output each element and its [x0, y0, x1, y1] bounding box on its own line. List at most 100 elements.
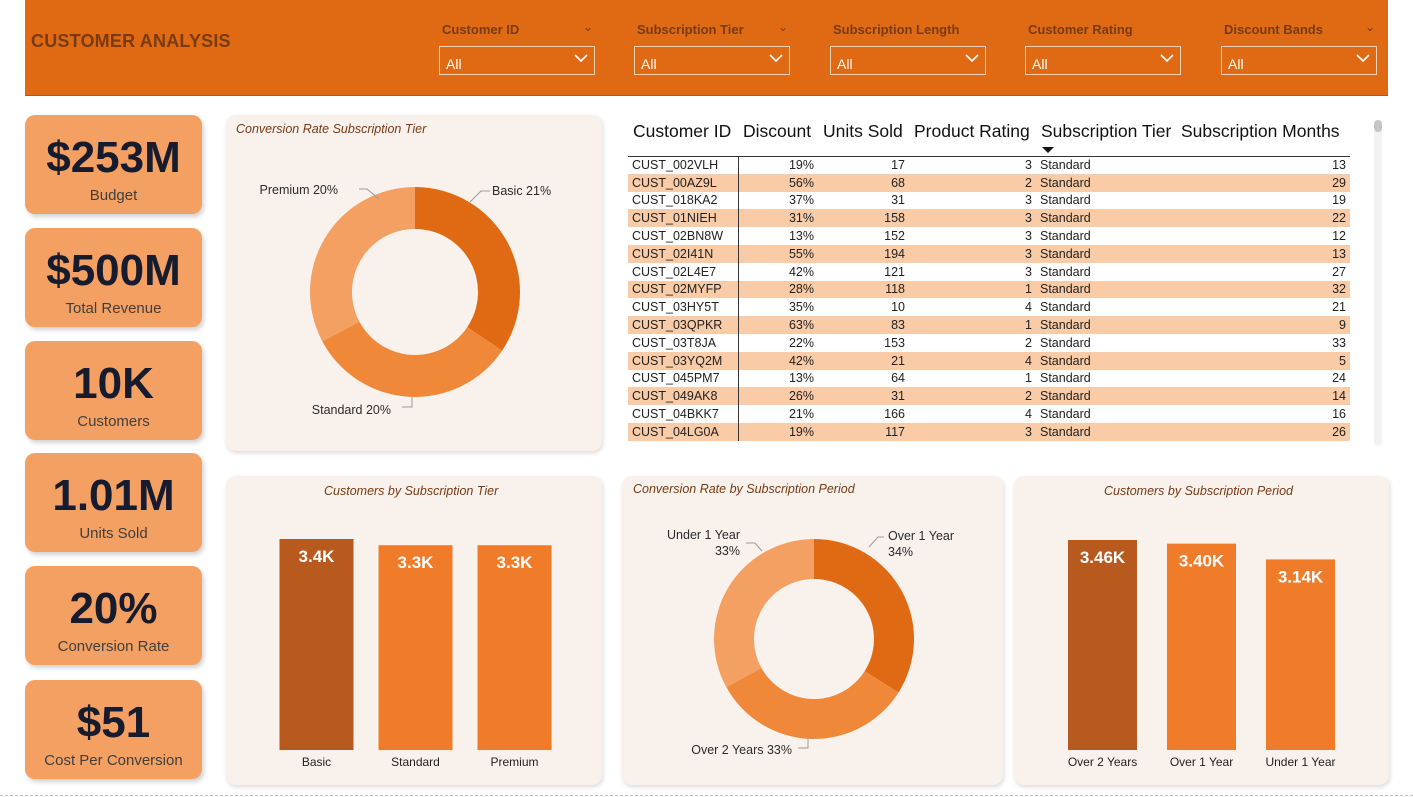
table-cell: 24 [1332, 371, 1346, 386]
table-row[interactable]: CUST_01NIEH 31% 158 3 Standard 22 [628, 209, 1350, 228]
filter-value: All [641, 56, 657, 72]
table-cell: CUST_02MYFP [628, 280, 739, 299]
customer-table: Customer ID Discount Units Sold Product … [628, 117, 1350, 447]
table-cell: 3 [909, 209, 1036, 228]
chevron-down-icon[interactable]: ⌄ [778, 20, 788, 34]
table-row[interactable]: CUST_04LG0A 19% 117 3 Standard 26 [628, 422, 1350, 441]
bar-over-2-years[interactable] [1068, 540, 1137, 750]
bar-data-label: 3.46K [1080, 548, 1126, 567]
table-cell: 13 [1176, 244, 1350, 263]
category-tick-label: Standard [391, 755, 440, 769]
table-cell: 56% [738, 173, 818, 192]
donut-slice-over-1-year[interactable] [814, 539, 914, 693]
column-header-subscription-tier[interactable]: Subscription Tier [1036, 117, 1176, 157]
donut-slice-standard[interactable] [322, 321, 503, 398]
table-row[interactable]: CUST_02I41N 55% 194 3 Standard 13 [628, 244, 1350, 263]
bar-premium[interactable] [477, 545, 552, 750]
table-row[interactable]: CUST_03HY5T 35% 10 4 Standard 21 [628, 298, 1350, 317]
data-label: Under 1 Year [667, 528, 740, 542]
filter-discount-bands: Discount Bands ⌄ All [1221, 0, 1377, 96]
filter-label: Discount Bands [1224, 22, 1323, 37]
table-scrollbar[interactable] [1374, 120, 1382, 446]
table-row[interactable]: CUST_02L4E7 42% 121 3 Standard 27 [628, 262, 1350, 281]
table-cell: Standard [1036, 173, 1176, 192]
table-cell: Standard [1040, 158, 1091, 173]
chevron-down-icon [769, 54, 783, 63]
category-tick-label: Under 1 Year [1265, 755, 1335, 769]
donut-chart-period[interactable]: Over 1 Year 34% Over 2 Years 33% Under 1 Ye… [622, 476, 1003, 785]
donut-slice-over-2-years[interactable] [726, 667, 899, 739]
table-cell: 2 [909, 387, 1036, 406]
donut-chart-tier[interactable]: Basic 21% Standard 20% Premium 20% [226, 115, 602, 451]
table-cell: 32 [1176, 280, 1350, 299]
kpi-label: Cost Per Conversion [44, 752, 183, 769]
bar-chart-tier[interactable]: 3.4K Basic 3.3K Standard 3.3K Premium [226, 476, 602, 785]
table-row[interactable]: CUST_045PM7 13% 64 1 Standard 24 [628, 369, 1350, 388]
table-cell: Standard [1040, 335, 1091, 350]
chevron-down-icon [574, 54, 588, 63]
donut-slice-under-1-year[interactable] [714, 539, 814, 688]
column-header-units-sold[interactable]: Units Sold [818, 117, 909, 157]
discount-bands-dropdown[interactable]: All [1221, 46, 1377, 75]
table-row[interactable]: CUST_018KA2 37% 31 3 Standard 19 [628, 191, 1350, 210]
column-header-subscription-months[interactable]: Subscription Months [1176, 117, 1350, 157]
table-cell: 121 [884, 264, 905, 279]
filter-value: All [1228, 56, 1244, 72]
table-row[interactable]: CUST_03QPKR 63% 83 1 Standard 9 [628, 316, 1350, 334]
subscription-tier-dropdown[interactable]: All [634, 46, 790, 75]
table-cell: CUST_03HY5T [628, 298, 739, 317]
donut-slice-premium[interactable] [310, 187, 415, 342]
bar-data-label: 3.40K [1179, 552, 1225, 571]
table-cell: Standard [1036, 280, 1176, 299]
table-row[interactable]: CUST_02MYFP 28% 118 1 Standard 32 [628, 280, 1350, 299]
chevron-down-icon[interactable]: ⌄ [583, 20, 593, 34]
donut-slice-basic[interactable] [415, 187, 520, 351]
category-tick-label: Basic [302, 755, 331, 769]
column-header-discount[interactable]: Discount [738, 117, 818, 157]
table-cell: 21 [818, 351, 909, 370]
table-cell: CUST_00AZ9L [628, 173, 739, 192]
kpi-value: 1.01M [52, 471, 175, 520]
table-cell: Standard [1040, 300, 1091, 315]
subscription-length-dropdown[interactable]: All [830, 46, 986, 75]
table-cell: 64 [891, 371, 905, 386]
bar-card-customers-by-period: Customers by Subscription Period 3.46K Ov… [1014, 476, 1389, 785]
table-cell: 1 [1025, 371, 1032, 386]
table-row[interactable]: CUST_04BKK7 21% 166 4 Standard 16 [628, 405, 1350, 423]
customer-id-dropdown[interactable]: All [439, 46, 595, 75]
table-cell: 3 [909, 422, 1036, 441]
table-cell: CUST_03QPKR [628, 316, 739, 334]
table-cell: 166 [884, 407, 905, 422]
table-row[interactable]: CUST_03T8JA 22% 153 2 Standard 33 [628, 333, 1350, 352]
table-cell: Standard [1036, 244, 1176, 263]
table-cell: 35% [788, 300, 814, 315]
bar-under-1-year[interactable] [1266, 559, 1335, 750]
bar-basic[interactable] [279, 539, 354, 750]
kpi-label: Customers [77, 413, 150, 430]
table-cell: Standard [1036, 387, 1176, 406]
chevron-down-icon[interactable]: ⌄ [1365, 20, 1375, 34]
customer-rating-dropdown[interactable]: All [1025, 46, 1181, 75]
header-bar: CUSTOMER ANALYSIS Customer ID ⌄ All Subs… [25, 0, 1388, 96]
filter-subscription-length: Subscription Length All [830, 0, 986, 96]
table-cell: 28% [738, 280, 818, 299]
table-cell: 16 [1332, 407, 1346, 422]
column-header-customer-id[interactable]: Customer ID [628, 117, 738, 157]
bar-standard[interactable] [378, 545, 453, 750]
label-leader-line [868, 536, 884, 548]
label-leader-line [402, 397, 413, 408]
table-row[interactable]: CUST_049AK8 26% 31 2 Standard 14 [628, 387, 1350, 406]
column-header-product-rating[interactable]: Product Rating [909, 117, 1036, 157]
table-cell: Standard [1040, 193, 1091, 208]
table-row[interactable]: CUST_02BN8W 13% 152 3 Standard 12 [628, 227, 1350, 245]
filter-label: Customer Rating [1028, 22, 1133, 37]
table-cell: 22% [788, 335, 814, 350]
bar-chart-period[interactable]: 3.46K Over 2 Years 3.40K Over 1 Year 3.14K Un… [1014, 476, 1389, 785]
table-row[interactable]: CUST_03YQ2M 42% 21 4 Standard 5 [628, 351, 1350, 370]
table-row[interactable]: CUST_002VLH 19% 17 3 Standard 13 [628, 156, 1350, 174]
table-row[interactable]: CUST_00AZ9L 56% 68 2 Standard 29 [628, 173, 1350, 192]
table-cell: Standard [1036, 316, 1176, 334]
table-cell: 12 [1332, 229, 1346, 244]
bar-over-1-year[interactable] [1167, 543, 1236, 750]
scrollbar-thumb[interactable] [1374, 120, 1382, 132]
